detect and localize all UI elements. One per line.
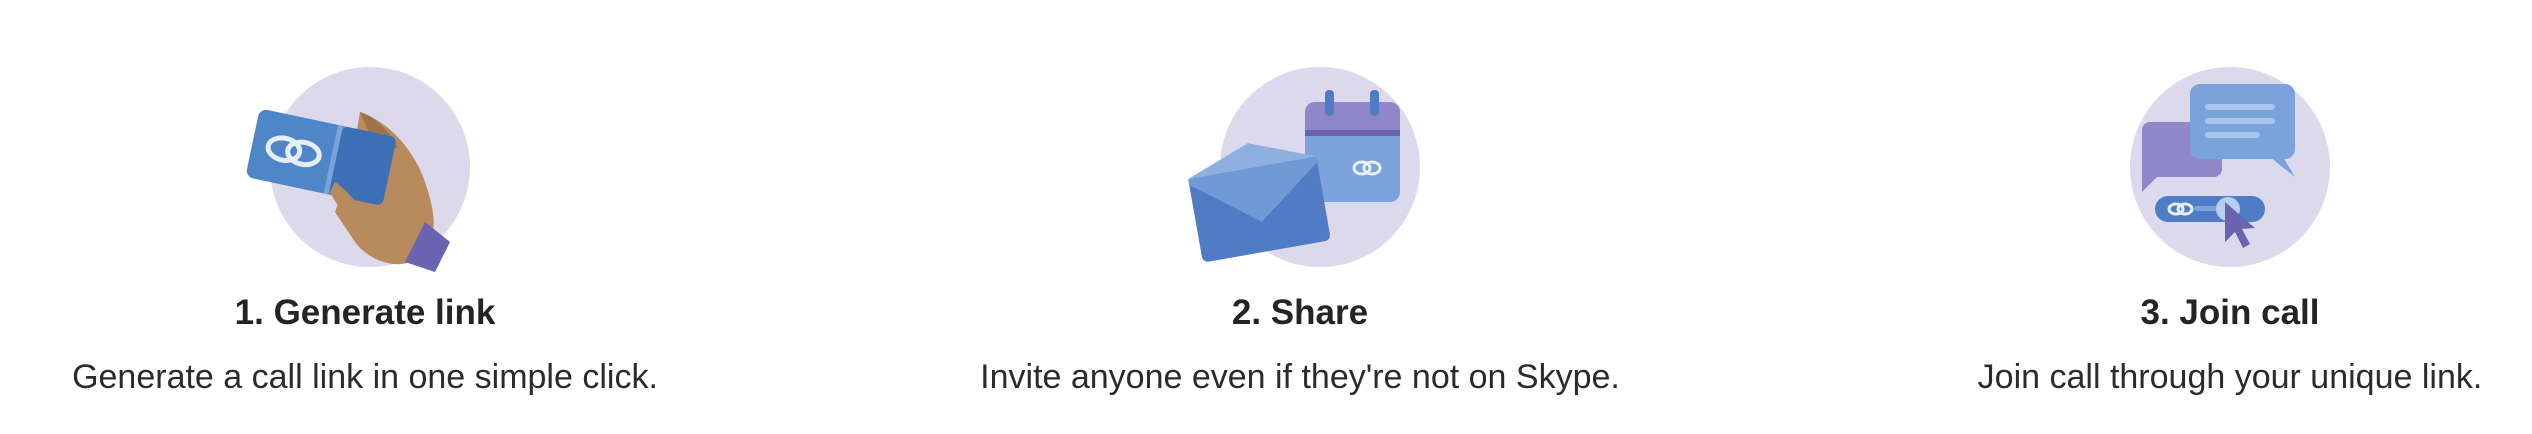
step-title: 2. Share	[1231, 293, 1369, 332]
step-title: 3. Join call	[2140, 293, 2320, 332]
step-description: Join call through your unique link.	[1977, 358, 2483, 396]
step-description: Generate a call link in one simple click…	[72, 358, 658, 396]
chat-bubbles-cursor-icon	[2110, 62, 2350, 282]
step-generate-link: 1. Generate link Generate a call link in…	[40, 0, 690, 434]
step-description: Invite anyone even if they're not on Sky…	[980, 358, 1620, 396]
step-join-call: 3. Join call Join call through your uniq…	[1940, 0, 2520, 434]
step-title: 1. Generate link	[234, 293, 496, 332]
how-it-works-steps: 1. Generate link Generate a call link in…	[0, 0, 2532, 434]
step-share: 2. Share Invite anyone even if they're n…	[940, 0, 1660, 434]
hand-holding-link-card-icon	[240, 62, 480, 282]
envelope-calendar-icon	[1180, 62, 1420, 282]
